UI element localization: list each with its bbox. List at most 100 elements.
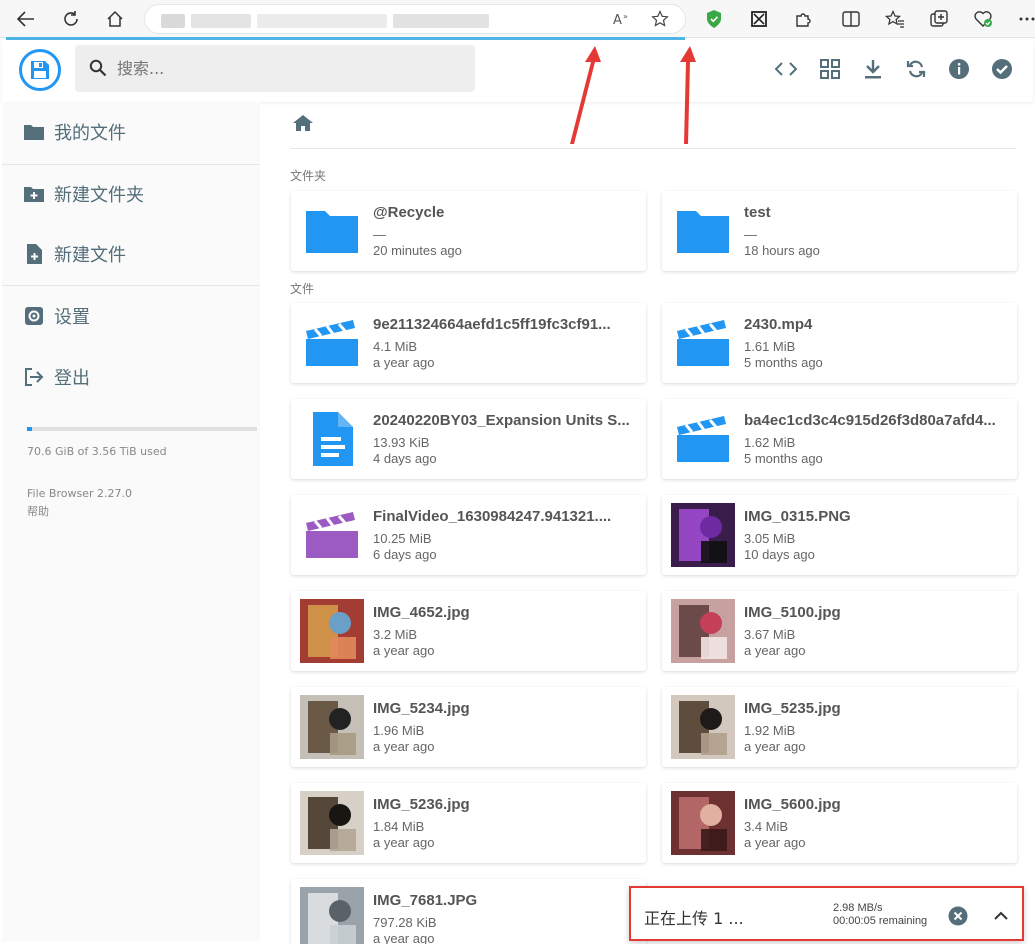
folder-plus-icon — [23, 183, 45, 205]
filebrowser-logo[interactable] — [19, 49, 61, 91]
split-screen-icon[interactable] — [839, 7, 863, 31]
search-box[interactable] — [75, 45, 475, 92]
upload-progress-panel: 正在上传 1 ... 2.98 MB/s 00:00:05 remaining — [629, 886, 1024, 941]
item-modified: 5 months ago — [744, 451, 823, 466]
refresh-icon[interactable] — [904, 57, 928, 81]
item-modified: a year ago — [373, 835, 435, 850]
image-thumbnail — [671, 503, 735, 567]
item-name: @Recycle — [373, 204, 445, 221]
item-name: IMG_5236.jpg — [373, 796, 470, 813]
search-icon — [89, 59, 107, 82]
select-check-icon[interactable] — [990, 57, 1014, 81]
address-bar[interactable]: A» — [144, 4, 686, 34]
item-size: 13.93 KiB — [373, 435, 430, 450]
cancel-upload-icon[interactable] — [946, 904, 970, 928]
sidebar-item-label: 新建文件 — [54, 245, 126, 266]
settings-gear-icon — [23, 305, 45, 327]
sidebar-item-my-files[interactable]: 我的文件 — [2, 107, 260, 157]
svg-text:»: » — [623, 12, 628, 21]
code-icon[interactable] — [774, 57, 798, 81]
file-plus-icon — [23, 243, 45, 265]
version-text: File Browser 2.27.0 — [27, 487, 132, 500]
item-size: 3.4 MiB — [744, 819, 789, 834]
file-card[interactable]: IMG_5100.jpg 3.67 MiB a year ago — [662, 591, 1017, 671]
sidebar-item-new-file[interactable]: 新建文件 — [2, 229, 260, 279]
screenshot-extension-icon[interactable] — [747, 7, 771, 31]
file-card[interactable]: IMG_4652.jpg 3.2 MiB a year ago — [291, 591, 646, 671]
sidebar-item-settings[interactable]: 设置 — [2, 291, 260, 341]
file-card[interactable]: IMG_7681.JPG 797.28 KiB a year ago — [291, 879, 646, 944]
item-modified: a year ago — [744, 739, 806, 754]
file-card[interactable]: FinalVideo_1630984247.941321.... 10.25 Mi… — [291, 495, 646, 575]
folders-section-label: 文件夹 — [290, 169, 327, 183]
grid-view-icon[interactable] — [818, 57, 842, 81]
item-name: IMG_5600.jpg — [744, 796, 841, 813]
file-card[interactable]: ba4ec1cd3c4c915d26f3d80a7afd4... 1.62 MiB… — [662, 399, 1017, 479]
help-link[interactable]: 帮助 — [27, 503, 49, 519]
extensions-puzzle-icon[interactable] — [791, 7, 815, 31]
item-size: 1.84 MiB — [373, 819, 425, 834]
item-name: 9e211324664aefd1c5ff19fc3cf91... — [373, 316, 611, 333]
read-aloud-icon[interactable]: A» — [613, 11, 631, 32]
item-modified: 20 minutes ago — [373, 243, 462, 258]
home-icon[interactable] — [103, 7, 127, 31]
reload-icon[interactable] — [59, 7, 83, 31]
sidebar-item-logout[interactable]: 登出 — [2, 352, 260, 402]
folder-icon — [300, 199, 364, 263]
browser-essentials-icon[interactable] — [971, 7, 995, 31]
sidebar-item-label: 登出 — [54, 368, 90, 389]
browser-toolbar: A» — [0, 0, 1035, 38]
svg-text:A: A — [613, 13, 622, 27]
expand-upload-chevron-icon[interactable] — [989, 904, 1013, 928]
item-name: test — [744, 204, 771, 221]
file-card[interactable]: IMG_0315.PNG 3.05 MiB 10 days ago — [662, 495, 1017, 575]
item-size: — — [373, 227, 386, 242]
shield-extension-icon[interactable] — [702, 7, 726, 31]
video-file-icon — [300, 311, 364, 375]
sidebar-item-label: 设置 — [54, 307, 90, 328]
upload-remaining: 00:00:05 remaining — [833, 915, 928, 927]
folder-card[interactable]: test —18 hours ago — [662, 191, 1017, 271]
item-modified: 10 days ago — [744, 547, 815, 562]
more-icon[interactable] — [1015, 7, 1035, 31]
item-size: 1.92 MiB — [744, 723, 796, 738]
item-name: ba4ec1cd3c4c915d26f3d80a7afd4... — [744, 412, 996, 429]
sidebar-item-label: 我的文件 — [54, 123, 126, 144]
breadcrumb-home-icon[interactable] — [292, 114, 314, 137]
info-icon[interactable] — [947, 57, 971, 81]
upload-title: 正在上传 1 ... — [644, 909, 744, 928]
file-card[interactable]: 20240220BY03_Expansion Units S... 13.93 K… — [291, 399, 646, 479]
item-modified: a year ago — [744, 643, 806, 658]
item-name: FinalVideo_1630984247.941321.... — [373, 508, 612, 525]
item-modified: 18 hours ago — [744, 243, 820, 258]
file-card[interactable]: 9e211324664aefd1c5ff19fc3cf91... 4.1 MiB a… — [291, 303, 646, 383]
item-size: 3.05 MiB — [744, 531, 796, 546]
collections-icon[interactable] — [927, 7, 951, 31]
back-arrow-icon[interactable] — [14, 7, 38, 31]
file-card[interactable]: IMG_5600.jpg 3.4 MiB a year ago — [662, 783, 1017, 863]
file-card[interactable]: IMG_5236.jpg 1.84 MiB a year ago — [291, 783, 646, 863]
item-modified: a year ago — [373, 355, 435, 370]
sidebar: 我的文件 新建文件夹 新建文件 设置 登出 70.6 GiB of 3.56 T… — [2, 102, 260, 942]
video-file-icon — [300, 503, 364, 567]
item-modified: a year ago — [373, 931, 435, 944]
favorites-icon[interactable] — [883, 7, 907, 31]
favorite-star-icon[interactable] — [651, 10, 669, 33]
search-input[interactable] — [117, 57, 457, 79]
download-icon[interactable] — [861, 57, 885, 81]
item-name: IMG_5100.jpg — [744, 604, 841, 621]
file-card[interactable]: 2430.mp4 1.61 MiB 5 months ago — [662, 303, 1017, 383]
folder-card[interactable]: @Recycle —20 minutes ago — [291, 191, 646, 271]
image-thumbnail — [300, 791, 364, 855]
storage-usage-bar — [27, 427, 257, 431]
sidebar-item-new-folder[interactable]: 新建文件夹 — [2, 169, 260, 219]
files-section-label: 文件 — [290, 282, 315, 296]
image-thumbnail — [671, 791, 735, 855]
item-size: 1.62 MiB — [744, 435, 796, 450]
file-card[interactable]: IMG_5235.jpg 1.92 MiB a year ago — [662, 687, 1017, 767]
image-thumbnail — [671, 695, 735, 759]
folder-icon — [23, 121, 45, 143]
image-thumbnail — [300, 887, 364, 944]
upload-rate: 2.98 MB/s — [833, 902, 883, 914]
file-card[interactable]: IMG_5234.jpg 1.96 MiB a year ago — [291, 687, 646, 767]
